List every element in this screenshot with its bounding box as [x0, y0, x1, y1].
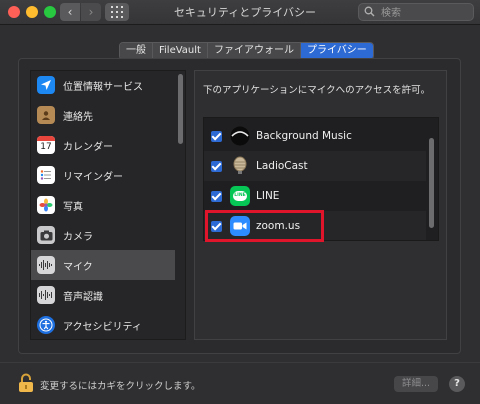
- sidebar-item-contacts[interactable]: 連絡先: [31, 100, 175, 130]
- app-checkbox[interactable]: [211, 190, 222, 202]
- sidebar-item-speech-recognition[interactable]: 音声認識: [31, 280, 175, 310]
- camera-icon: [37, 226, 55, 244]
- sidebar-item-label: カメラ: [63, 231, 93, 243]
- tab-privacy[interactable]: プライバシー: [300, 43, 373, 59]
- tab-firewall[interactable]: ファイアウォール: [207, 43, 301, 59]
- zoom-highlight-box: [205, 210, 324, 242]
- title-bar: ‹ › セキュリティとプライバシー: [0, 0, 480, 25]
- line-logo-text: LINE: [233, 191, 247, 201]
- calendar-day-text: 17: [40, 142, 52, 152]
- app-row-background-music[interactable]: Background Music: [204, 121, 426, 151]
- ladiocast-microphone-icon: [230, 156, 250, 176]
- sidebar-item-location[interactable]: 位置情報サービス: [31, 71, 175, 100]
- forward-button[interactable]: ›: [81, 3, 101, 21]
- window-title: セキュリティとプライバシー: [173, 6, 317, 19]
- sidebar-item-label: 位置情報サービス: [63, 81, 143, 93]
- reminders-list-icon: [37, 166, 55, 184]
- microphone-waveform-icon: [37, 256, 55, 274]
- sidebar-item-label: 写真: [63, 201, 83, 213]
- app-checkbox[interactable]: [211, 130, 222, 142]
- line-chat-icon: LINE: [230, 186, 250, 206]
- sidebar-item-label: 音声認識: [63, 291, 103, 303]
- zoom-window-button[interactable]: [44, 6, 56, 18]
- grid-icon: [111, 6, 123, 18]
- back-button[interactable]: ‹: [60, 3, 80, 21]
- sidebar-item-accessibility[interactable]: アクセシビリティ: [31, 310, 175, 339]
- sidebar-item-label: アクセシビリティ: [63, 321, 142, 333]
- app-checkbox[interactable]: [211, 160, 222, 172]
- calendar-icon: 17: [37, 136, 55, 154]
- show-all-preferences-button[interactable]: [105, 3, 129, 21]
- privacy-category-list[interactable]: 位置情報サービス 連絡先 17 カレンダー リマインダー 写真 カメラ マイク …: [30, 70, 186, 340]
- app-name: LINE: [256, 190, 280, 202]
- advanced-button[interactable]: 詳細...: [394, 376, 438, 392]
- lock-icon[interactable]: [18, 373, 34, 397]
- allow-access-label: 下のアプリケーションにマイクへのアクセスを許可。: [203, 85, 431, 96]
- speech-waveform-icon: [37, 286, 55, 304]
- sidebar-scrollbar[interactable]: [178, 74, 183, 144]
- sidebar-item-label: リマインダー: [63, 171, 123, 183]
- sidebar-item-microphone[interactable]: マイク: [31, 250, 175, 280]
- app-row-line[interactable]: LINE LINE: [204, 181, 426, 211]
- lock-instruction-text: 変更するにはカギをクリックします。: [40, 381, 201, 392]
- search-field[interactable]: [358, 3, 474, 22]
- background-music-icon: [230, 126, 250, 146]
- footer-divider: [0, 362, 480, 363]
- help-button[interactable]: ?: [449, 376, 465, 392]
- sidebar-item-reminders[interactable]: リマインダー: [31, 160, 175, 190]
- sidebar-item-photos[interactable]: 写真: [31, 190, 175, 220]
- sidebar-item-label: マイク: [63, 261, 93, 273]
- contacts-book-icon: [37, 106, 55, 124]
- app-name: Background Music: [256, 130, 352, 142]
- tab-general[interactable]: 一般: [120, 43, 153, 59]
- accessibility-icon: [37, 316, 55, 334]
- app-row-ladiocast[interactable]: LadioCast: [204, 151, 426, 181]
- sidebar-item-label: 連絡先: [63, 111, 93, 123]
- sidebar-item-calendar[interactable]: 17 カレンダー: [31, 130, 175, 160]
- app-name: LadioCast: [256, 160, 308, 172]
- sidebar-item-label: カレンダー: [63, 141, 113, 153]
- app-list-scrollbar[interactable]: [429, 138, 434, 228]
- location-arrow-icon: [37, 76, 55, 94]
- tab-filevault[interactable]: FileVault: [153, 43, 208, 59]
- photos-flower-icon: [37, 196, 55, 214]
- close-window-button[interactable]: [8, 6, 20, 18]
- search-icon: [364, 6, 375, 17]
- minimize-window-button[interactable]: [26, 6, 38, 18]
- sidebar-item-camera[interactable]: カメラ: [31, 220, 175, 250]
- search-input[interactable]: [379, 4, 473, 22]
